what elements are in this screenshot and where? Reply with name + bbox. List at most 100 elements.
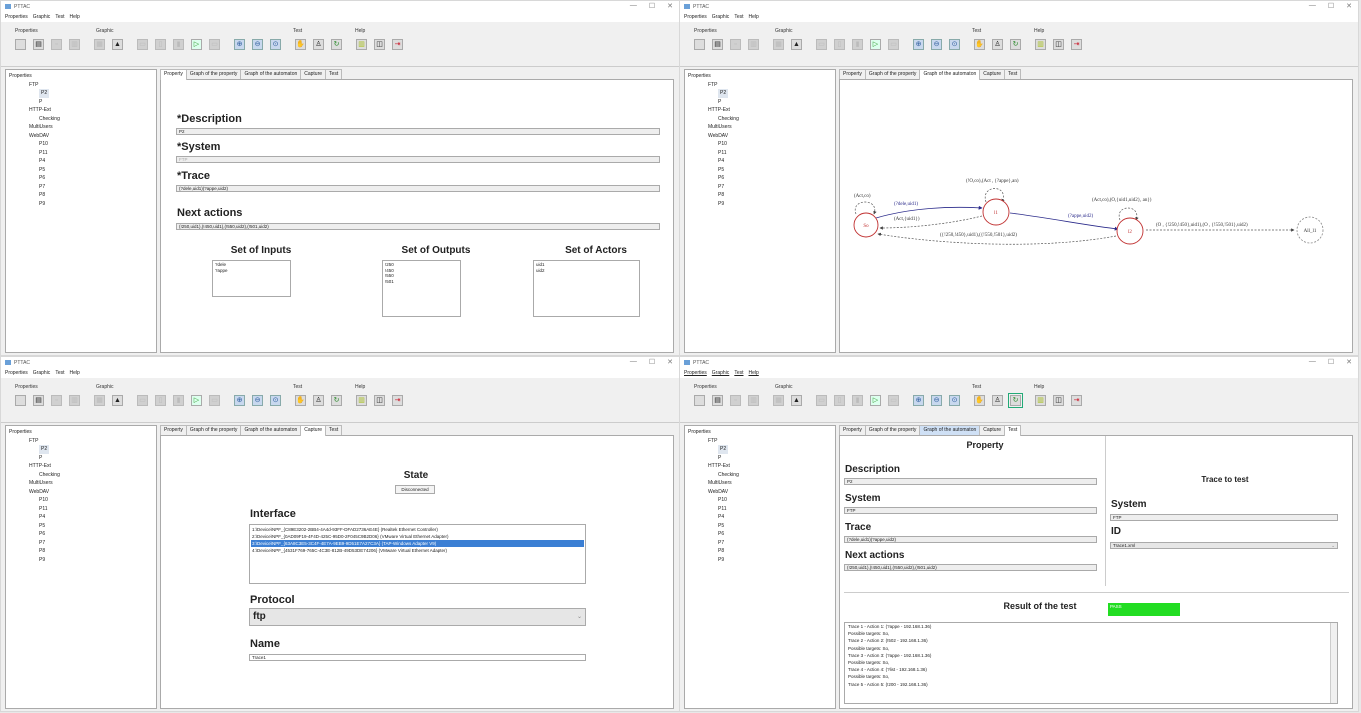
pause-button[interactable]: ▮: [852, 395, 863, 406]
info-button[interactable]: ◫: [374, 395, 385, 406]
tree-item[interactable]: P6: [688, 174, 832, 183]
tree-item[interactable]: P4: [9, 513, 153, 522]
menu-properties[interactable]: Properties: [5, 14, 28, 20]
list-item[interactable]: uid2: [536, 268, 637, 274]
stop-button[interactable]: ▭: [888, 395, 899, 406]
step-button[interactable]: ▯: [834, 395, 845, 406]
protocol-select[interactable]: ftp ⌄: [249, 608, 586, 626]
help-book-button[interactable]: ▥: [1035, 39, 1046, 50]
tree-item[interactable]: Checking: [9, 115, 153, 124]
tree-item[interactable]: P6: [9, 174, 153, 183]
tab-4[interactable]: Test: [1004, 425, 1022, 436]
upload-icon-button[interactable]: ▲: [112, 39, 123, 50]
menu-help[interactable]: Help: [69, 370, 79, 376]
graphic-export-button[interactable]: ▦: [773, 395, 784, 406]
tab-0[interactable]: Property: [160, 425, 187, 435]
menu-properties[interactable]: Properties: [5, 370, 28, 376]
minimize-button[interactable]: —: [630, 2, 637, 10]
tree-item[interactable]: P6: [688, 530, 832, 539]
stop-button[interactable]: ▭: [209, 39, 220, 50]
tree-item[interactable]: P: [9, 98, 153, 107]
open-button[interactable]: ▤: [712, 39, 723, 50]
tree-item[interactable]: P2: [9, 89, 153, 98]
info-button[interactable]: ◫: [1053, 395, 1064, 406]
exit-button[interactable]: ⇥: [1071, 39, 1082, 50]
tree-item[interactable]: P4: [9, 157, 153, 166]
tree-item[interactable]: FTP: [688, 437, 832, 446]
menu-test[interactable]: Test: [55, 370, 64, 376]
outputs-list[interactable]: !250 !450 !550 !501: [382, 260, 461, 317]
trace-field[interactable]: (?dele,uid1)(?appe,uid2): [176, 185, 660, 192]
tree-item[interactable]: P5: [688, 166, 832, 175]
tab-1[interactable]: Graph of the property: [185, 425, 242, 435]
tree-item[interactable]: P9: [688, 200, 832, 209]
zoom-fit-button[interactable]: ⊙: [949, 39, 960, 50]
new-property-button[interactable]: [15, 395, 26, 406]
tree-item[interactable]: P10: [9, 496, 153, 505]
zoom-fit-button[interactable]: ⊙: [949, 395, 960, 406]
test-log[interactable]: Trace 1 - Action 1: (?appe - 192.168.1.3…: [844, 622, 1338, 704]
help-book-button[interactable]: ▥: [1035, 395, 1046, 406]
menu-help[interactable]: Help: [748, 14, 758, 20]
open-button[interactable]: ▤: [33, 39, 44, 50]
id-select[interactable]: Trace1.xml ⌄: [1110, 542, 1338, 549]
open-button[interactable]: ▤: [712, 395, 723, 406]
tree-item[interactable]: P11: [9, 505, 153, 514]
refresh-button[interactable]: ↻: [331, 395, 342, 406]
tree-item[interactable]: MultiUsers: [9, 479, 153, 488]
tree-item[interactable]: P11: [9, 149, 153, 158]
tree-item[interactable]: P2: [688, 445, 832, 454]
description-field[interactable]: P2: [176, 128, 660, 135]
exit-button[interactable]: ⇥: [392, 39, 403, 50]
play-button[interactable]: ▷: [191, 395, 202, 406]
tree-item[interactable]: P: [688, 454, 832, 463]
user-test-button[interactable]: ♙: [992, 39, 1003, 50]
tree-item[interactable]: P7: [688, 183, 832, 192]
menu-test[interactable]: Test: [734, 370, 743, 376]
tab-2[interactable]: Graph of the automaton: [919, 425, 981, 435]
save-button[interactable]: ▫: [51, 395, 62, 406]
tab-4[interactable]: Test: [325, 69, 343, 79]
system-select[interactable]: FTP: [176, 156, 660, 163]
zoom-out-button[interactable]: ⊖: [252, 395, 263, 406]
tree-item[interactable]: P11: [688, 149, 832, 158]
tree-item[interactable]: P5: [688, 522, 832, 531]
interface-item[interactable]: 1:\Device\NPF_{C89E3202-2BB4-4A4d-93FF-D…: [251, 526, 584, 533]
tree-item[interactable]: MultiUsers: [9, 123, 153, 132]
minimize-button[interactable]: —: [1309, 2, 1316, 10]
new-property-button[interactable]: [15, 39, 26, 50]
tree-item[interactable]: MultiUsers: [688, 479, 832, 488]
info-button[interactable]: ◫: [374, 39, 385, 50]
tree-item[interactable]: P9: [9, 200, 153, 209]
upload-icon-button[interactable]: ▲: [791, 39, 802, 50]
zoom-fit-button[interactable]: ⊙: [270, 395, 281, 406]
step-back-button[interactable]: ▭: [816, 39, 827, 50]
tree-root[interactable]: Properties: [688, 72, 832, 81]
menu-help[interactable]: Help: [69, 14, 79, 20]
tree-item[interactable]: P7: [688, 539, 832, 548]
minimize-button[interactable]: —: [1309, 358, 1316, 366]
tree-item[interactable]: P8: [688, 547, 832, 556]
delete-button[interactable]: ▥: [748, 39, 759, 50]
exit-button[interactable]: ⇥: [1071, 395, 1082, 406]
tab-2[interactable]: Graph of the automaton: [919, 69, 981, 80]
interface-item[interactable]: 3:\Device\NPF_{63A8C3E5-3C4F-4E7A-9EB9-9…: [251, 540, 584, 547]
step-button[interactable]: ▯: [155, 395, 166, 406]
zoom-in-button[interactable]: ⊕: [234, 395, 245, 406]
step-button[interactable]: ▯: [834, 39, 845, 50]
list-item[interactable]: !501: [385, 279, 458, 285]
open-button[interactable]: ▤: [33, 395, 44, 406]
close-button[interactable]: ✕: [1346, 358, 1352, 366]
tree-item[interactable]: P7: [9, 183, 153, 192]
tree-root[interactable]: Properties: [688, 428, 832, 437]
hand-tool-button[interactable]: ✋: [295, 395, 306, 406]
tree-item[interactable]: P11: [688, 505, 832, 514]
maximize-button[interactable]: ☐: [1328, 358, 1334, 366]
menu-properties[interactable]: Properties: [684, 370, 707, 376]
menu-graphic[interactable]: Graphic: [33, 14, 51, 20]
tab-1[interactable]: Graph of the property: [864, 425, 921, 435]
user-test-button[interactable]: ♙: [313, 395, 324, 406]
property-tree[interactable]: Properties FTP P2 P HTTP-Ext Checking MultiUse…: [5, 425, 157, 709]
zoom-fit-button[interactable]: ⊙: [270, 39, 281, 50]
tree-item[interactable]: HTTP-Ext: [9, 106, 153, 115]
